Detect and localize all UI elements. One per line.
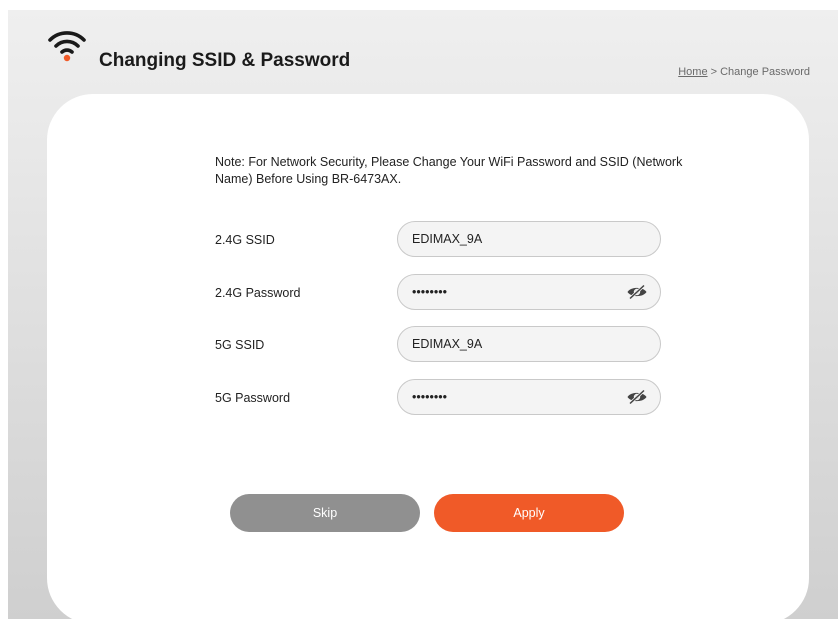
page-title: Changing SSID & Password [99, 50, 351, 71]
password-24g-input[interactable] [412, 275, 622, 309]
breadcrumb-separator: > [707, 66, 721, 78]
ssid-5g-row: 5G SSID [215, 326, 675, 366]
ssid-24g-field [397, 221, 661, 257]
skip-button[interactable]: Skip [230, 494, 420, 532]
ssid-24g-row: 2.4G SSID [215, 221, 675, 261]
ssid-24g-input[interactable] [412, 222, 622, 256]
wifi-icon [48, 31, 86, 62]
breadcrumb-current: Change Password [720, 66, 810, 78]
password-24g-label: 2.4G Password [215, 286, 301, 300]
eye-slash-icon[interactable] [626, 284, 648, 300]
ssid-5g-field [397, 326, 661, 362]
header: Changing SSID & Password Home > Change P… [8, 10, 838, 90]
eye-slash-icon[interactable] [626, 389, 648, 405]
breadcrumb: Home > Change Password [678, 66, 810, 78]
password-5g-label: 5G Password [215, 391, 291, 405]
password-5g-row: 5G Password [215, 379, 675, 419]
password-24g-field [397, 274, 661, 310]
password-24g-row: 2.4G Password [215, 274, 675, 314]
password-5g-field [397, 379, 661, 415]
ssid-24g-label: 2.4G SSID [215, 233, 275, 247]
page-background: Changing SSID & Password Home > Change P… [8, 10, 838, 624]
settings-card: Note: For Network Security, Please Chang… [47, 94, 809, 624]
security-note: Note: For Network Security, Please Chang… [215, 155, 683, 186]
apply-button[interactable]: Apply [434, 494, 624, 532]
breadcrumb-home-link[interactable]: Home [678, 66, 707, 78]
password-5g-input[interactable] [412, 380, 622, 414]
ssid-5g-input[interactable] [412, 327, 622, 361]
ssid-5g-label: 5G SSID [215, 338, 265, 352]
